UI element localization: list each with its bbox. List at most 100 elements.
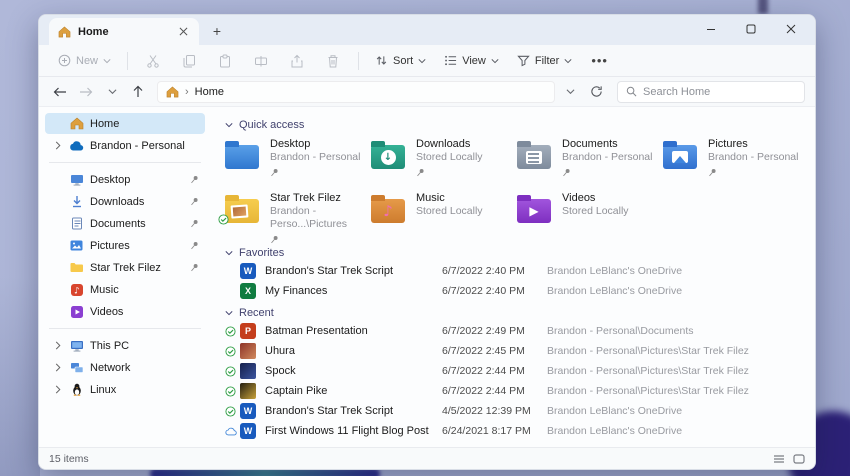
window-controls — [691, 15, 811, 45]
new-button[interactable]: New — [51, 50, 118, 71]
desktop-icon — [69, 174, 84, 186]
file-row[interactable]: Brandon's Star Trek Script 4/5/2022 12:3… — [225, 401, 815, 421]
forward-button[interactable] — [75, 81, 97, 103]
toolbar-separator — [127, 52, 128, 70]
filter-button[interactable]: Filter — [510, 50, 579, 71]
search-input[interactable] — [643, 86, 796, 98]
documents-icon — [69, 217, 84, 230]
onedrive-cloud-icon — [69, 141, 84, 151]
file-row[interactable]: Captain Pike 6/7/2022 2:44 PM Brandon - … — [225, 381, 815, 401]
this-pc-icon — [69, 340, 84, 352]
close-button[interactable] — [771, 15, 811, 43]
synced-icon — [225, 366, 238, 377]
image-thumbnail — [240, 383, 256, 399]
documents-folder-icon — [517, 145, 551, 169]
chevron-right-icon[interactable] — [53, 363, 63, 372]
wallpaper-shade — [0, 276, 40, 476]
sidebar-item-pictures[interactable]: Pictures — [45, 235, 205, 256]
tile-pictures[interactable]: Pictures Brandon - Personal — [663, 137, 809, 183]
tab-label: Home — [78, 26, 169, 38]
pictures-folder-icon — [663, 145, 697, 169]
home-icon — [166, 86, 179, 98]
breadcrumb-item-home[interactable]: Home — [195, 86, 224, 98]
word-file-icon — [240, 403, 256, 419]
tile-desktop[interactable]: Desktop Brandon - Personal — [225, 137, 371, 183]
sidebar-item-desktop[interactable]: Desktop — [45, 169, 205, 190]
chevron-right-icon[interactable] — [53, 141, 63, 150]
rename-icon[interactable] — [245, 50, 277, 72]
downloads-folder-icon: ↓ — [371, 145, 405, 169]
tile-music[interactable]: ♪ Music Stored Locally — [371, 191, 517, 237]
sidebar-item-this-pc[interactable]: This PC — [45, 335, 205, 356]
paste-icon[interactable] — [209, 50, 241, 72]
pictures-icon — [69, 240, 84, 251]
cut-icon[interactable] — [137, 50, 169, 72]
refresh-button[interactable] — [585, 81, 607, 103]
navigation-pane: Home Brandon - Personal — [39, 107, 211, 447]
details-view-button[interactable] — [773, 454, 785, 464]
chevron-down-icon[interactable] — [225, 122, 233, 128]
filter-icon — [517, 54, 530, 67]
sidebar-item-downloads[interactable]: Downloads — [45, 191, 205, 212]
sidebar-item-star-trek-filez[interactable]: Star Trek Filez — [45, 257, 205, 278]
tab-close-icon[interactable] — [175, 24, 191, 40]
breadcrumb-separator-icon: › — [185, 86, 189, 98]
search-box[interactable] — [617, 81, 805, 103]
sidebar-item-documents[interactable]: Documents — [45, 213, 205, 234]
recent-list: Batman Presentation 6/7/2022 2:49 PM Bra… — [225, 321, 815, 441]
share-icon[interactable] — [281, 50, 313, 72]
back-button[interactable] — [49, 81, 71, 103]
sidebar-item-home[interactable]: Home — [45, 113, 205, 134]
file-row[interactable]: Batman Presentation 6/7/2022 2:49 PM Bra… — [225, 321, 815, 341]
chevron-right-icon[interactable] — [53, 385, 63, 394]
file-explorer-window: Home + — [38, 14, 816, 470]
search-icon — [626, 86, 637, 97]
tile-star-trek-filez[interactable]: Star Trek Filez Brandon - Perso...\Pictu… — [225, 191, 371, 237]
copy-icon[interactable] — [173, 50, 205, 72]
file-row[interactable]: Brandon's Star Trek Script 6/7/2022 2:40… — [225, 261, 815, 281]
titlebar[interactable]: Home + — [39, 15, 815, 45]
sidebar-item-videos[interactable]: Videos — [45, 301, 205, 322]
word-file-icon — [240, 263, 256, 279]
maximize-button[interactable] — [731, 15, 771, 43]
minimize-button[interactable] — [691, 15, 731, 43]
chevron-right-icon[interactable] — [53, 341, 63, 350]
new-tab-button[interactable]: + — [205, 20, 229, 42]
see-more-button[interactable]: ••• — [583, 51, 616, 70]
folder-icon — [69, 262, 84, 273]
favorites-list: Brandon's Star Trek Script 6/7/2022 2:40… — [225, 261, 815, 301]
sort-button[interactable]: Sort — [368, 50, 433, 71]
breadcrumb[interactable]: › Home — [157, 81, 555, 103]
recent-locations-chevron-icon[interactable] — [101, 81, 123, 103]
tab-home[interactable]: Home — [49, 18, 199, 45]
sidebar-divider — [49, 328, 201, 329]
section-header-quick-access[interactable]: Quick access — [225, 119, 815, 131]
sidebar-item-network[interactable]: Network — [45, 357, 205, 378]
pin-icon — [189, 263, 199, 272]
chevron-down-icon[interactable] — [225, 250, 233, 256]
thumbnails-view-button[interactable] — [793, 454, 805, 464]
sidebar-item-music[interactable]: ♪ Music — [45, 279, 205, 300]
section-header-recent[interactable]: Recent — [225, 307, 815, 319]
synced-icon — [225, 386, 238, 397]
sidebar-item-linux[interactable]: Linux — [45, 379, 205, 400]
address-dropdown-chevron-icon[interactable] — [559, 81, 581, 103]
file-row[interactable]: First Windows 11 Flight Blog Post 6/24/2… — [225, 421, 815, 441]
file-row[interactable]: Spock 6/7/2022 2:44 PM Brandon - Persona… — [225, 361, 815, 381]
up-button[interactable] — [127, 81, 149, 103]
command-bar: New — [39, 45, 815, 77]
chevron-down-icon[interactable] — [225, 310, 233, 316]
tile-documents[interactable]: Documents Brandon - Personal — [517, 137, 663, 183]
tile-videos[interactable]: ▶ Videos Stored Locally — [517, 191, 663, 237]
pin-icon — [189, 219, 199, 228]
view-button[interactable]: View — [437, 50, 506, 71]
desktop-wallpaper: Home + — [0, 0, 850, 476]
tile-downloads[interactable]: ↓ Downloads Stored Locally — [371, 137, 517, 183]
toolbar-separator — [358, 52, 359, 70]
delete-icon[interactable] — [317, 50, 349, 72]
linux-penguin-icon — [69, 383, 84, 396]
file-row[interactable]: Uhura 6/7/2022 2:45 PM Brandon - Persona… — [225, 341, 815, 361]
sidebar-item-onedrive[interactable]: Brandon - Personal — [45, 135, 205, 156]
cloud-status-icon — [225, 427, 238, 436]
file-row[interactable]: My Finances 6/7/2022 2:40 PM Brandon LeB… — [225, 281, 815, 301]
